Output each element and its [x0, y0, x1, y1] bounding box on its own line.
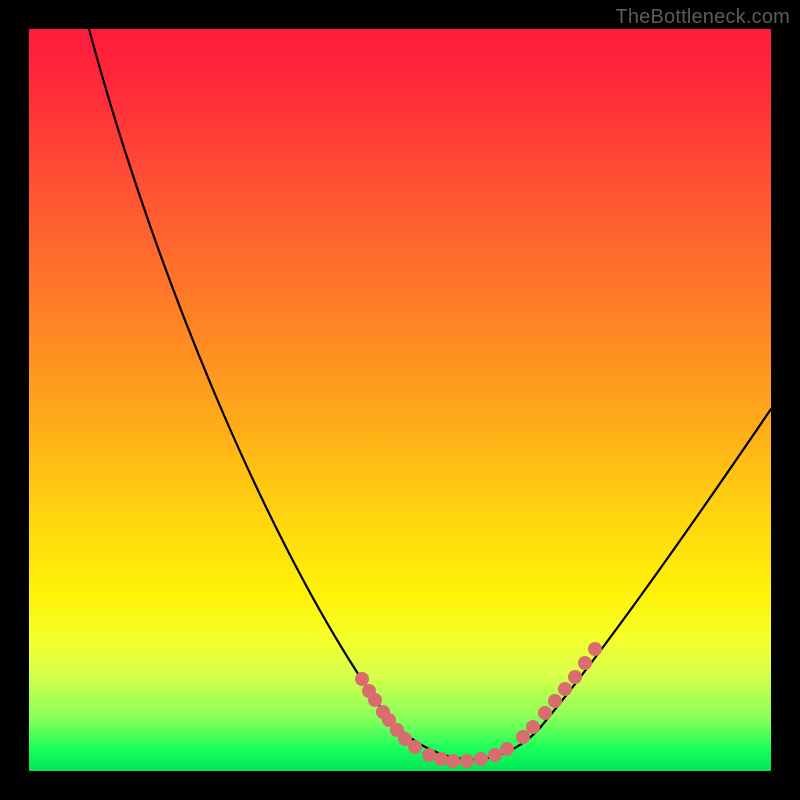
curve-dot: [516, 730, 530, 744]
watermark-text: TheBottleneck.com: [615, 6, 790, 29]
curve-dot: [446, 754, 460, 768]
curve-dot: [548, 694, 562, 708]
curve-dot: [434, 752, 448, 766]
chart-frame: TheBottleneck.com: [0, 0, 800, 800]
curve-dot: [460, 754, 474, 768]
curve-dot: [568, 670, 582, 684]
curve-dot: [355, 672, 369, 686]
bottleneck-curve: [89, 29, 771, 759]
curve-dot: [588, 642, 602, 656]
curve-dot: [578, 656, 592, 670]
curve-dot: [368, 693, 382, 707]
plot-area: [29, 29, 771, 771]
curve-dot: [422, 748, 436, 762]
curve-dot: [500, 742, 514, 756]
curve-dot: [526, 720, 540, 734]
curve-dot: [408, 740, 422, 754]
curve-svg: [29, 29, 771, 771]
curve-dot: [558, 682, 572, 696]
curve-dot: [488, 748, 502, 762]
curve-dot: [538, 706, 552, 720]
curve-dot: [474, 752, 488, 766]
